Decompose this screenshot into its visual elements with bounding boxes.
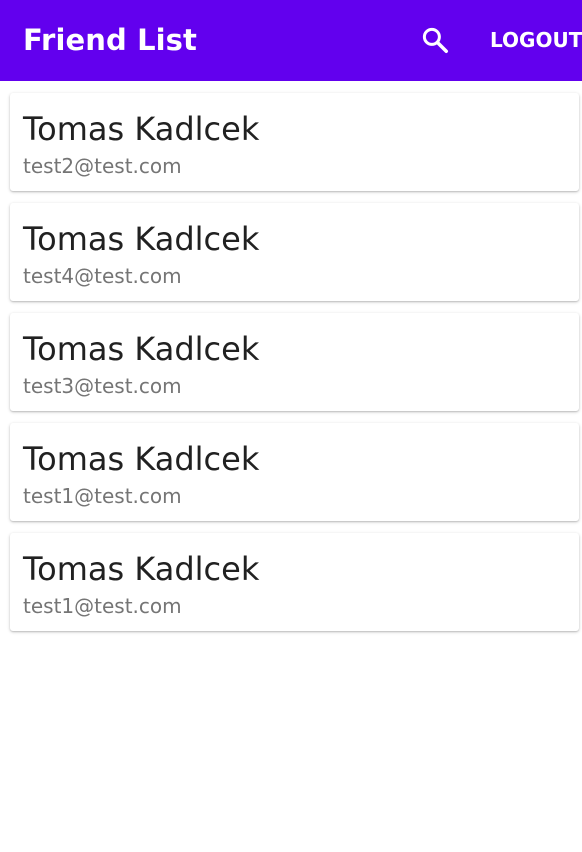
search-button[interactable] xyxy=(406,12,464,68)
friend-card[interactable]: Tomas Kadlcek test1@test.com xyxy=(10,533,579,631)
app-bar: Friend List LOGOUT xyxy=(0,0,582,81)
friend-name: Tomas Kadlcek xyxy=(23,110,260,148)
logout-button[interactable]: LOGOUT xyxy=(482,20,582,60)
friend-name: Tomas Kadlcek xyxy=(23,220,260,258)
friend-card[interactable]: Tomas Kadlcek test2@test.com xyxy=(10,93,579,191)
friend-card[interactable]: Tomas Kadlcek test1@test.com xyxy=(10,423,579,521)
friend-name: Tomas Kadlcek xyxy=(23,330,260,368)
friend-name: Tomas Kadlcek xyxy=(23,550,260,588)
friend-name: Tomas Kadlcek xyxy=(23,440,260,478)
friend-email: test4@test.com xyxy=(23,264,182,288)
friend-email: test1@test.com xyxy=(23,484,182,508)
friend-card[interactable]: Tomas Kadlcek test3@test.com xyxy=(10,313,579,411)
friend-card[interactable]: Tomas Kadlcek test4@test.com xyxy=(10,203,579,301)
friend-email: test1@test.com xyxy=(23,594,182,618)
friend-email: test3@test.com xyxy=(23,374,182,398)
search-icon xyxy=(422,27,448,53)
page-title: Friend List xyxy=(23,23,198,57)
friend-list: Tomas Kadlcek test2@test.com Tomas Kadlc… xyxy=(10,93,579,643)
friend-email: test2@test.com xyxy=(23,154,182,178)
